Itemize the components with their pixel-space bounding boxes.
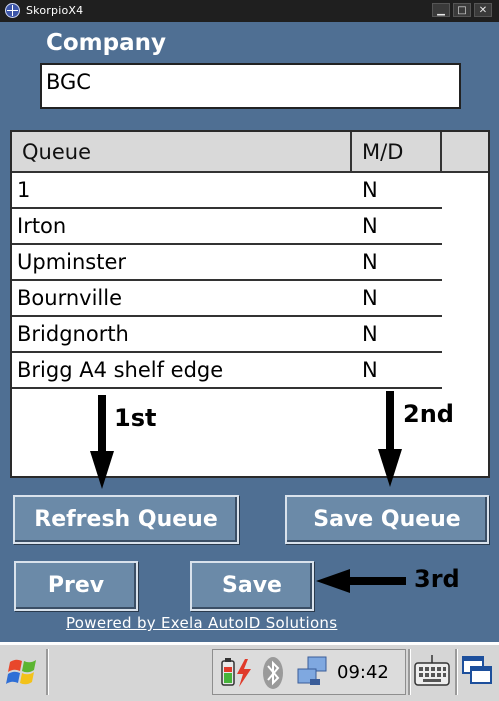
annotation-1st: 1st <box>114 404 157 432</box>
md-cell: N <box>362 322 378 346</box>
title-bar: SkorpioX4 ▁ □ ✕ <box>0 0 499 22</box>
annotation-arrow-2nd <box>378 391 402 487</box>
queue-cell: Upminster <box>17 250 127 274</box>
md-cell: N <box>362 286 378 310</box>
column-header-blank <box>442 132 488 173</box>
windows-start-icon[interactable] <box>2 648 44 696</box>
taskbar-separator <box>455 649 458 695</box>
table-row[interactable]: Brigg A4 shelf edge N <box>12 353 442 389</box>
company-input[interactable]: BGC <box>40 63 461 109</box>
bluetooth-icon[interactable] <box>261 655 285 691</box>
list-header: Queue M/D <box>12 132 488 173</box>
table-row[interactable]: Bridgnorth N <box>12 317 442 353</box>
queue-cell: 1 <box>17 178 31 202</box>
save-queue-button[interactable]: Save Queue <box>285 495 489 544</box>
maximize-icon[interactable]: □ <box>453 3 471 17</box>
save-button[interactable]: Save <box>190 561 314 611</box>
table-row[interactable]: Bournville N <box>12 281 442 317</box>
minimize-icon[interactable]: ▁ <box>432 3 450 17</box>
window-title: SkorpioX4 <box>26 4 84 17</box>
annotation-arrow-1st <box>90 395 114 489</box>
app-icon <box>5 3 20 18</box>
md-cell: N <box>362 358 378 382</box>
table-row[interactable]: Irton N <box>12 209 442 245</box>
company-label: Company <box>46 30 166 56</box>
annotation-arrow-3rd <box>316 569 406 593</box>
table-row[interactable]: Upminster N <box>12 245 442 281</box>
md-cell: N <box>362 250 378 274</box>
md-cell: N <box>362 178 378 202</box>
queue-cell: Brigg A4 shelf edge <box>17 358 224 382</box>
queue-cell: Bridgnorth <box>17 322 129 346</box>
keyboard-icon[interactable] <box>413 653 451 689</box>
column-header-md[interactable]: M/D <box>352 132 442 173</box>
taskbar-separator <box>408 649 411 695</box>
clock[interactable]: 09:42 <box>337 662 389 683</box>
annotation-2nd: 2nd <box>403 400 454 428</box>
queue-cell: Bournville <box>17 286 122 310</box>
prev-button[interactable]: Prev <box>14 561 138 611</box>
battery-charging-icon[interactable] <box>219 657 255 689</box>
refresh-queue-button[interactable]: Refresh Queue <box>13 495 239 544</box>
multitask-icon[interactable] <box>461 653 495 689</box>
taskbar: 09:42 <box>0 643 499 701</box>
close-icon[interactable]: ✕ <box>474 3 492 17</box>
network-icon[interactable] <box>296 655 330 691</box>
main-panel: Company BGC Queue M/D 1 N Irton N Upmins… <box>0 22 499 642</box>
table-row[interactable]: 1 N <box>12 173 442 209</box>
taskbar-separator <box>46 649 49 695</box>
column-header-queue[interactable]: Queue <box>12 132 352 173</box>
queue-cell: Irton <box>17 214 67 238</box>
powered-by-link[interactable]: Powered by Exela AutoID Solutions <box>66 614 337 632</box>
annotation-3rd: 3rd <box>414 565 460 593</box>
md-cell: N <box>362 214 378 238</box>
